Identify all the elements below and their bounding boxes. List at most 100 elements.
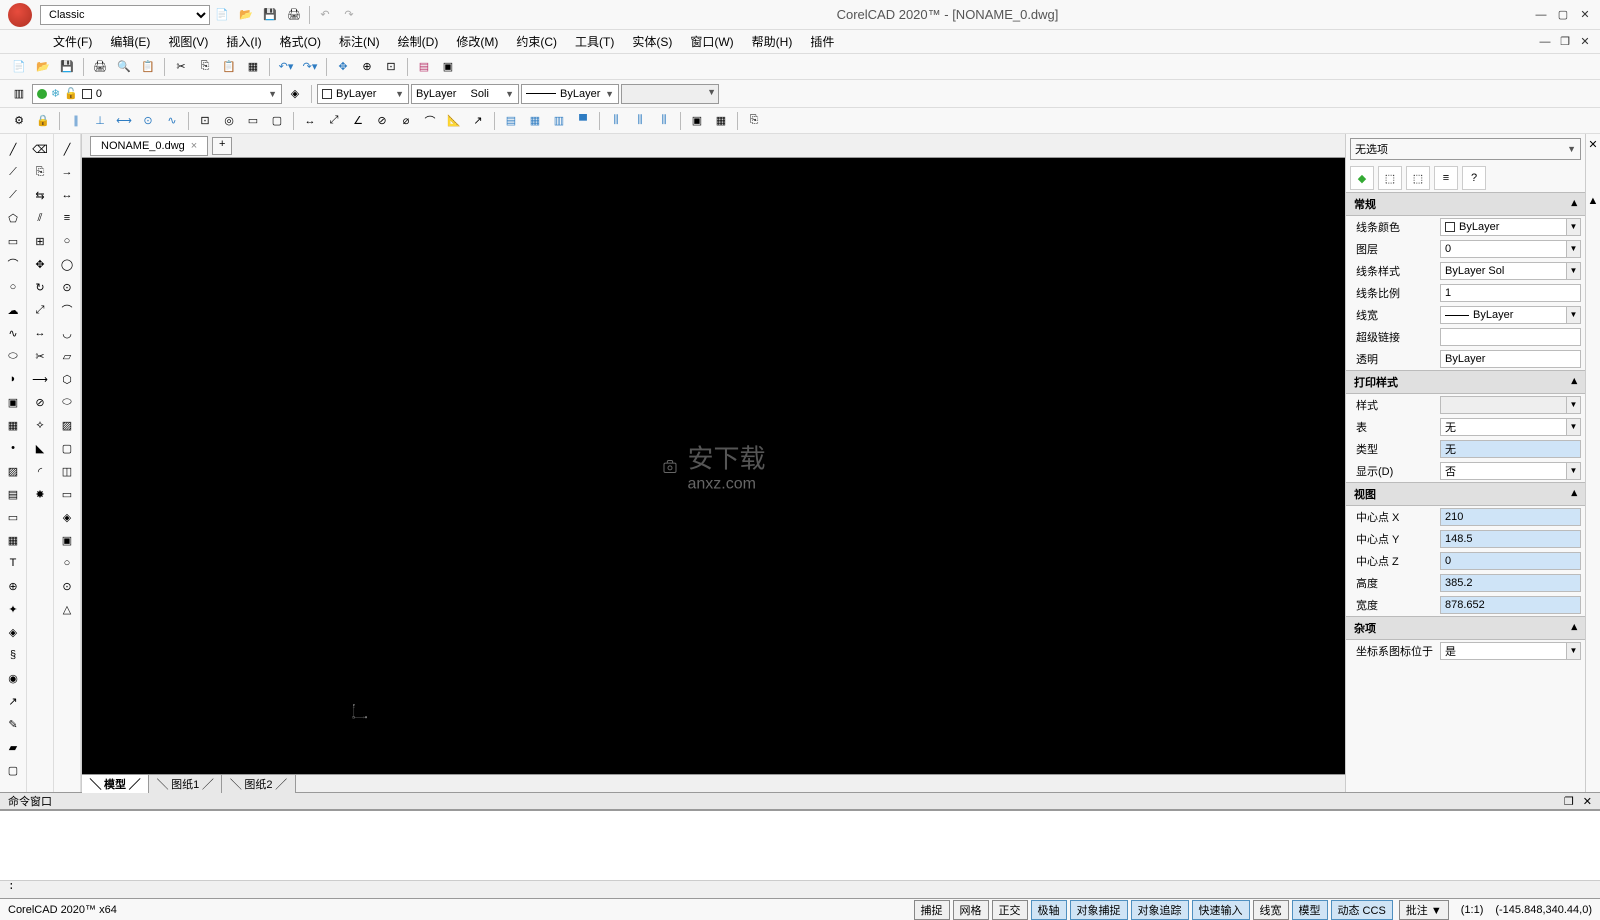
smooth-icon[interactable]: ∿: [161, 110, 183, 132]
align-top-icon[interactable]: ▀: [572, 110, 594, 132]
menu-视图(V)[interactable]: 视图(V): [160, 31, 216, 52]
minimize-icon[interactable]: —: [1534, 8, 1548, 22]
prop-value[interactable]: ByLayer: [1440, 350, 1581, 368]
prop-value[interactable]: 1: [1440, 284, 1581, 302]
line-icon[interactable]: ╱: [2, 138, 24, 160]
gradient-icon[interactable]: ▤: [2, 483, 24, 505]
menu-绘制(D)[interactable]: 绘制(D): [390, 31, 447, 52]
mtext-icon[interactable]: T: [2, 552, 24, 574]
distribute-spacing-icon[interactable]: ⫼: [653, 110, 675, 132]
quick-select-icon[interactable]: ⬚: [1378, 166, 1402, 190]
osnap-settings-icon[interactable]: ⚙: [8, 110, 30, 132]
copy-icon[interactable]: ⎘: [194, 56, 216, 78]
selection-dropdown[interactable]: 无选项 ▼: [1350, 138, 1581, 160]
stretch-icon[interactable]: ↔: [29, 322, 51, 344]
prop-dd-icon[interactable]: ▼: [1567, 462, 1581, 480]
dim-arc-icon[interactable]: ⌒: [419, 110, 441, 132]
redo-icon[interactable]: ↷: [339, 5, 359, 25]
circle-icon[interactable]: ○: [2, 276, 24, 298]
sphere-icon[interactable]: ○: [56, 552, 78, 574]
cone-icon[interactable]: △: [56, 598, 78, 620]
break-icon[interactable]: ⊘: [29, 391, 51, 413]
design-center-icon[interactable]: ▣: [437, 56, 459, 78]
properties-icon[interactable]: ▤: [413, 56, 435, 78]
prop-section-视图[interactable]: 视图▴: [1346, 482, 1585, 506]
hatch2-icon[interactable]: ▨: [56, 414, 78, 436]
prop-value[interactable]: 无: [1440, 418, 1567, 436]
polygon-icon[interactable]: ⬠: [2, 207, 24, 229]
prop-dd-icon[interactable]: ▼: [1567, 240, 1581, 258]
paste-icon[interactable]: 📋: [218, 56, 240, 78]
helix-icon[interactable]: §: [2, 644, 24, 666]
region2-icon[interactable]: ◫: [56, 460, 78, 482]
dim-ordinate-icon[interactable]: 📐: [443, 110, 465, 132]
rectangle-icon[interactable]: ▭: [2, 230, 24, 252]
menu-编辑(E)[interactable]: 编辑(E): [102, 31, 158, 52]
new-icon[interactable]: 📄: [212, 5, 232, 25]
boundary-icon[interactable]: ▢: [2, 759, 24, 781]
prop-section-杂项[interactable]: 杂项▴: [1346, 616, 1585, 640]
join-icon[interactable]: ⟡: [29, 414, 51, 436]
select-objects-icon[interactable]: ⬚: [1406, 166, 1430, 190]
prop-value[interactable]: 否: [1440, 462, 1567, 480]
open-file-icon[interactable]: 📂: [32, 56, 54, 78]
move-icon[interactable]: ✥: [29, 253, 51, 275]
prop-dd-icon[interactable]: ▼: [1567, 262, 1581, 280]
prop-value[interactable]: 0: [1440, 552, 1581, 570]
undo-btn-icon[interactable]: ↶▾: [275, 56, 297, 78]
doc-restore-icon[interactable]: ❐: [1558, 35, 1572, 49]
cmd-dock-icon[interactable]: ❐: [1564, 796, 1574, 808]
menu-约束(C)[interactable]: 约束(C): [508, 31, 565, 52]
new-file-icon[interactable]: 📄: [8, 56, 30, 78]
menu-标注(N)[interactable]: 标注(N): [331, 31, 388, 52]
prop-dd-icon[interactable]: ▼: [1567, 396, 1581, 414]
document-tab[interactable]: NONAME_0.dwg ×: [90, 136, 208, 156]
page-setup-icon[interactable]: 📋: [137, 56, 159, 78]
prop-value[interactable]: 无: [1440, 440, 1581, 458]
parallel-icon[interactable]: ∥: [65, 110, 87, 132]
open-icon[interactable]: 📂: [236, 5, 256, 25]
status-toggle-捕捉[interactable]: 捕捉: [914, 900, 950, 920]
model-tab-0[interactable]: ╲ 模型 ╱: [82, 775, 149, 793]
perpendicular-icon[interactable]: ⊥: [89, 110, 111, 132]
align-left-icon[interactable]: ▤: [500, 110, 522, 132]
menu-实体(S)[interactable]: 实体(S): [624, 31, 680, 52]
circle2-icon[interactable]: ○: [56, 230, 78, 252]
polyline-icon[interactable]: ⟋: [2, 184, 24, 206]
status-toggle-网格[interactable]: 网格: [953, 900, 989, 920]
ellipse2-icon[interactable]: ⬭: [56, 391, 78, 413]
ray-icon[interactable]: ↗: [2, 690, 24, 712]
model-tab-1[interactable]: ╲ 图纸1 ╱: [149, 775, 222, 793]
prop-value[interactable]: ByLayer: [1440, 306, 1567, 324]
redo-btn-icon[interactable]: ↷▾: [299, 56, 321, 78]
construction-icon[interactable]: ↔: [56, 184, 78, 206]
prop-value[interactable]: 878.652: [1440, 596, 1581, 614]
make-block-icon[interactable]: ▦: [2, 414, 24, 436]
coincident-icon[interactable]: ⊡: [194, 110, 216, 132]
prop-dd-icon[interactable]: ▼: [1567, 306, 1581, 324]
status-toggle-对象捕捉[interactable]: 对象捕捉: [1070, 900, 1128, 920]
block-edit-icon[interactable]: ▦: [710, 110, 732, 132]
layer-manager-icon[interactable]: ▥: [8, 83, 30, 105]
drawing-canvas[interactable]: 安下载 anxz.com X Y: [82, 158, 1345, 774]
arc3p-icon[interactable]: ◡: [56, 322, 78, 344]
color-dropdown[interactable]: ByLayer ▼: [317, 84, 409, 104]
status-toggle-极轴[interactable]: 极轴: [1031, 900, 1067, 920]
dim-aligned-icon[interactable]: ⤢: [323, 110, 345, 132]
layer-dropdown[interactable]: ❄ 🔓 0 ▼: [32, 84, 282, 104]
scale-icon[interactable]: ⤢: [29, 299, 51, 321]
arc-icon[interactable]: ⌒: [2, 253, 24, 275]
offset-icon[interactable]: ⫽: [29, 207, 51, 229]
zoom-realtime-icon[interactable]: ⊕: [356, 56, 378, 78]
wipeout-icon[interactable]: ✦: [2, 598, 24, 620]
align-right-icon[interactable]: ▥: [548, 110, 570, 132]
3dpoly-icon[interactable]: ◈: [2, 621, 24, 643]
undo-icon[interactable]: ↶: [315, 5, 335, 25]
circle-tan-icon[interactable]: ⊙: [56, 276, 78, 298]
multiline-icon[interactable]: ≡: [56, 207, 78, 229]
menu-插入(I)[interactable]: 插入(I): [218, 31, 269, 52]
sketch-icon[interactable]: ✎: [2, 713, 24, 735]
command-input[interactable]: :: [0, 880, 1600, 898]
doc-close-icon[interactable]: ✕: [1578, 35, 1592, 49]
panel-close-icon[interactable]: ✕: [1588, 138, 1597, 151]
